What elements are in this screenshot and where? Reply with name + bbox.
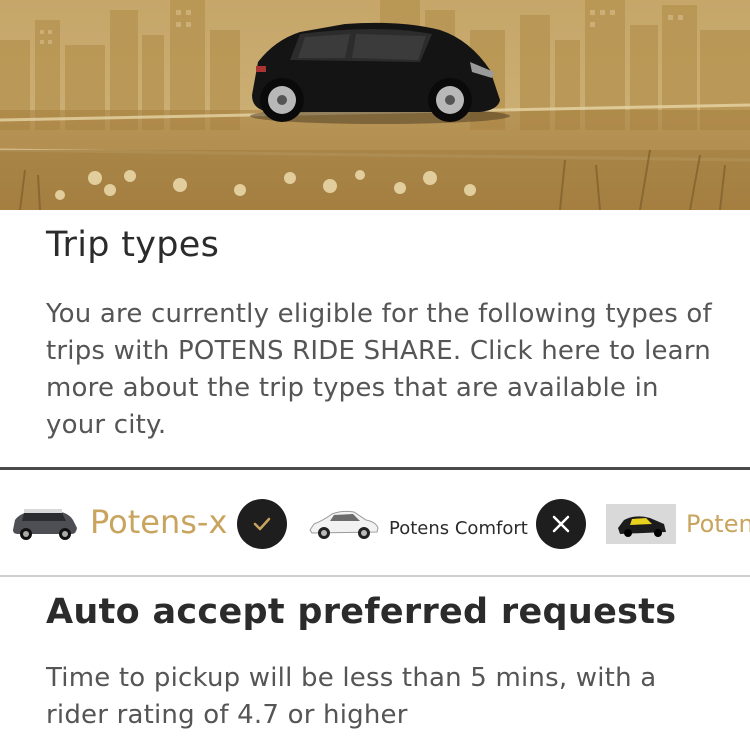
- auto-accept-description: Time to pickup will be less than 5 mins,…: [46, 663, 657, 730]
- trip-types-description[interactable]: You are currently eligible for the follo…: [46, 296, 716, 444]
- hero-banner: [0, 0, 750, 210]
- section-divider-thin: [0, 575, 750, 577]
- trip-type-label: Potens Comfort: [389, 518, 528, 539]
- trip-type-partial[interactable]: Poten: [600, 470, 750, 575]
- trip-type-label: Poten: [686, 510, 750, 538]
- mini-car-icon: [13, 509, 77, 540]
- yellow-car-thumbnail: [606, 504, 676, 544]
- trip-types-list[interactable]: Potens-x Potens Comfort Poten: [0, 470, 750, 575]
- close-icon: [552, 515, 570, 533]
- trip-type-potens-comfort[interactable]: Potens Comfort: [300, 470, 600, 575]
- car-city-illustration: [0, 0, 750, 210]
- trip-type-potens-x[interactable]: Potens-x: [0, 470, 300, 575]
- taxi-car-icon: [618, 516, 666, 537]
- selected-toggle[interactable]: [237, 499, 287, 549]
- trip-types-heading: Trip types: [46, 225, 220, 265]
- trip-type-label: Potens-x: [90, 503, 228, 541]
- not-selected-toggle[interactable]: [536, 499, 586, 549]
- check-icon: [253, 517, 271, 531]
- sedan-car-icon: [309, 510, 379, 539]
- auto-accept-heading: Auto accept preferred requests: [46, 592, 677, 632]
